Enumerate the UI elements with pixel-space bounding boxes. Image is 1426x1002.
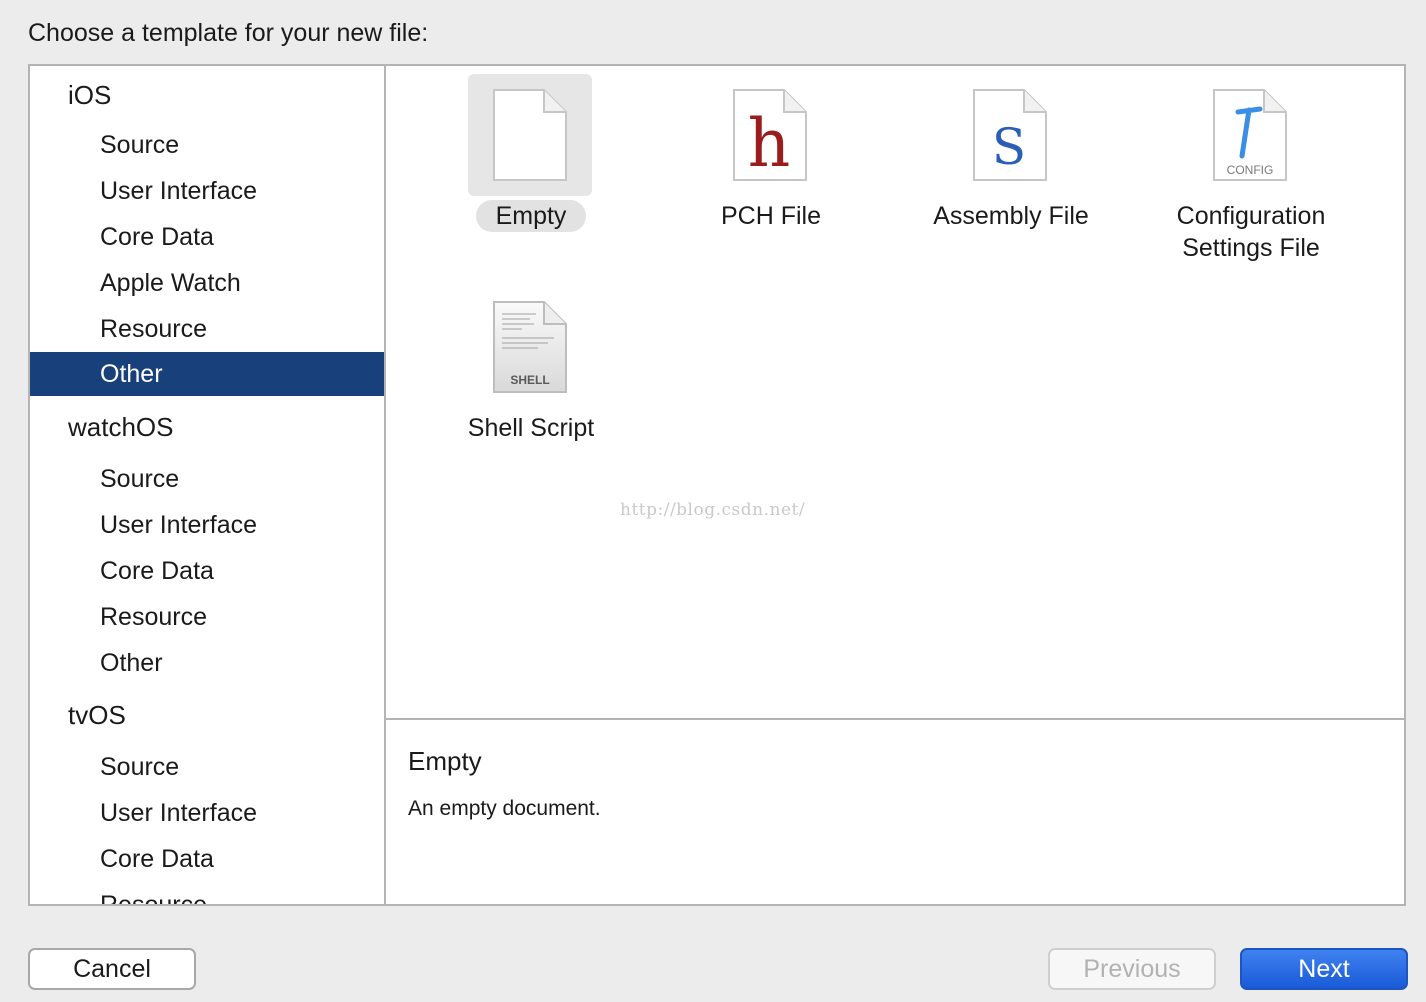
sidebar-item-watchos-resource[interactable]: Resource — [30, 595, 384, 639]
template-label-line2: Settings File — [1182, 234, 1320, 262]
sidebar-item-ios-apple-watch[interactable]: Apple Watch — [30, 261, 384, 305]
config-file-icon: CONFIG — [1213, 89, 1287, 181]
sidebar-group-watchos: watchOS — [68, 412, 174, 442]
template-chooser-panel: iOS Source User Interface Core Data Appl… — [28, 64, 1406, 906]
dialog-title: Choose a template for your new file: — [28, 19, 429, 47]
sidebar-item-ios-resource[interactable]: Resource — [30, 307, 384, 351]
shell-badge: SHELL — [510, 373, 549, 387]
sidebar-item-watchos-other[interactable]: Other — [30, 641, 384, 685]
template-shell-script[interactable]: SHELL Shell Script — [411, 278, 651, 478]
previous-button[interactable]: Previous — [1048, 948, 1216, 990]
description-title: Empty — [408, 746, 482, 776]
assembly-glyph: S — [992, 118, 1026, 176]
sidebar-item-watchos-user-interface[interactable]: User Interface — [30, 503, 384, 547]
sidebar-item-ios-user-interface[interactable]: User Interface — [30, 169, 384, 213]
pch-file-icon: h — [733, 89, 807, 182]
sidebar-item-watchos-source[interactable]: Source — [30, 457, 384, 501]
template-label: PCH File — [720, 202, 821, 230]
template-grid: Empty h PCH File S Assembly File CONFIG … — [386, 66, 1404, 720]
template-pch-file[interactable]: h PCH File — [651, 66, 891, 266]
platform-sidebar[interactable]: iOS Source User Interface Core Data Appl… — [30, 66, 386, 904]
sidebar-group-ios: iOS — [68, 80, 112, 110]
sidebar-item-tvos-user-interface[interactable]: User Interface — [30, 791, 384, 835]
cancel-button[interactable]: Cancel — [28, 948, 196, 990]
template-label: Assembly File — [933, 202, 1089, 230]
empty-document-icon — [493, 89, 567, 181]
template-label-line1: Configuration — [1176, 202, 1326, 230]
template-empty[interactable]: Empty — [411, 66, 651, 266]
template-label: Empty — [475, 200, 587, 232]
next-button[interactable]: Next — [1240, 948, 1408, 990]
config-badge: CONFIG — [1227, 163, 1274, 177]
description-text: An empty document. — [408, 797, 601, 820]
template-label: Shell Script — [467, 414, 595, 442]
sidebar-group-tvos: tvOS — [68, 700, 126, 730]
shell-script-icon: SHELL — [493, 301, 567, 393]
sidebar-item-ios-core-data[interactable]: Core Data — [30, 215, 384, 259]
sidebar-item-watchos-core-data[interactable]: Core Data — [30, 549, 384, 593]
pch-glyph: h — [748, 105, 791, 182]
sidebar-item-tvos-source[interactable]: Source — [30, 745, 384, 789]
template-configuration-settings-file[interactable]: CONFIG Configuration Settings File — [1131, 66, 1371, 266]
sidebar-item-tvos-core-data[interactable]: Core Data — [30, 837, 384, 881]
assembly-file-icon: S — [973, 89, 1047, 181]
sidebar-item-ios-other[interactable]: Other — [30, 352, 384, 396]
sidebar-item-tvos-resource[interactable]: Resource — [30, 883, 384, 904]
watermark-text: http://blog.csdn.net/ — [620, 500, 806, 520]
template-assembly-file[interactable]: S Assembly File — [891, 66, 1131, 266]
template-description: Empty An empty document. — [386, 720, 1404, 904]
sidebar-item-ios-source[interactable]: Source — [30, 123, 384, 167]
